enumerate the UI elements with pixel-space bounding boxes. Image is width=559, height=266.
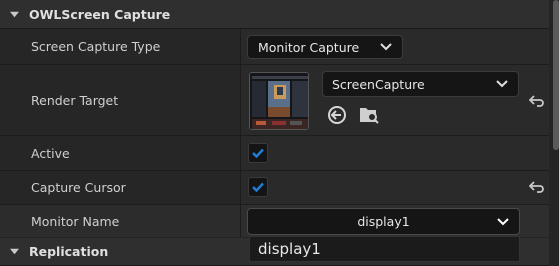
use-selected-asset-icon[interactable] xyxy=(327,105,347,125)
property-label: Monitor Name xyxy=(31,213,120,229)
section-title: OWLScreen Capture xyxy=(29,6,171,22)
collapse-triangle-icon xyxy=(10,248,19,255)
active-checkbox[interactable] xyxy=(248,143,268,163)
chevron-down-icon xyxy=(496,80,508,88)
property-row-screen-capture-type: Screen Capture Type Monitor Capture xyxy=(0,29,549,65)
browse-asset-icon[interactable] xyxy=(358,104,380,126)
checkmark-icon xyxy=(252,182,264,192)
dropdown-value: Monitor Capture xyxy=(258,39,360,55)
checkmark-icon xyxy=(252,148,264,158)
thumbnail-preview-image xyxy=(250,73,308,129)
monitor-name-dropdown[interactable]: display1 xyxy=(247,208,520,235)
monitor-name-dropdown-menu: display1 xyxy=(249,236,520,262)
scrollbar-thumb[interactable] xyxy=(553,0,559,150)
property-row-active: Active xyxy=(0,136,549,171)
property-label: Render Target xyxy=(31,92,119,108)
reset-to-default-icon[interactable] xyxy=(529,94,545,108)
dropdown-value: ScreenCapture xyxy=(332,76,425,92)
property-label: Capture Cursor xyxy=(31,180,126,195)
property-label: Screen Capture Type xyxy=(31,39,161,54)
dropdown-option-display1[interactable]: display1 xyxy=(258,240,321,258)
render-target-asset-dropdown[interactable]: ScreenCapture xyxy=(322,71,519,97)
property-row-capture-cursor: Capture Cursor xyxy=(0,171,549,205)
property-label: Active xyxy=(31,145,70,161)
collapse-triangle-icon xyxy=(10,11,19,17)
render-target-thumbnail[interactable] xyxy=(249,72,309,130)
screen-capture-type-dropdown[interactable]: Monitor Capture xyxy=(247,35,403,59)
chevron-down-icon xyxy=(380,43,392,51)
chevron-down-icon xyxy=(497,217,509,225)
property-row-monitor-name: Monitor Name display1 xyxy=(0,205,549,237)
section-title: Replication xyxy=(29,244,109,259)
dropdown-value: display1 xyxy=(357,214,410,229)
reset-to-default-icon[interactable] xyxy=(529,180,545,194)
capture-cursor-checkbox[interactable] xyxy=(248,177,268,197)
section-header-owlscreen-capture[interactable]: OWLScreen Capture xyxy=(0,0,549,29)
